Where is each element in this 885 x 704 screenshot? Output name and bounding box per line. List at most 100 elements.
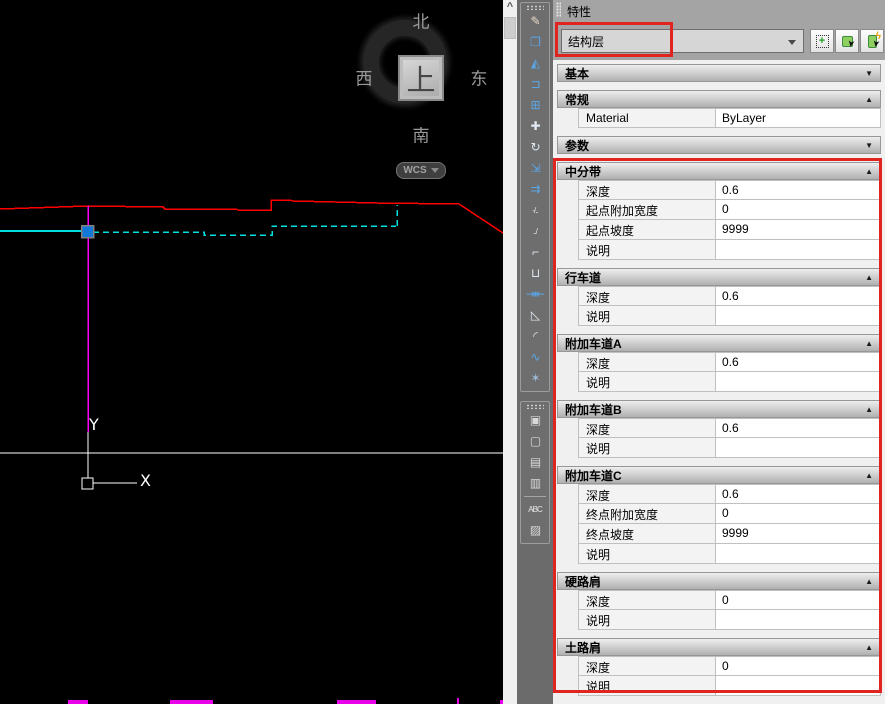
property-value-field[interactable]: 0.6 [716, 181, 880, 199]
property-value-field[interactable] [716, 306, 880, 325]
property-label: 说明 [579, 610, 716, 629]
join-icon[interactable]: ⇥⇤ [521, 284, 549, 305]
section-rows-carriageway: 深度0.6说明 [553, 286, 885, 326]
viewcube-north-label[interactable]: 北 [413, 8, 430, 33]
stretch-icon[interactable]: ⇉ [521, 179, 549, 200]
section-header-parameters[interactable]: 参数▼ [557, 136, 881, 154]
send-under-objects-icon[interactable]: ▥ [521, 473, 549, 494]
property-row-depth: 深度0.6 [578, 352, 881, 372]
property-value-field[interactable]: 9999 [716, 524, 880, 543]
property-value-field[interactable]: 0.6 [716, 287, 880, 305]
scrollbar-thumb[interactable] [504, 17, 516, 39]
bring-above-objects-icon[interactable]: ▤ [521, 452, 549, 473]
select-objects-add-icon: + [816, 35, 829, 48]
wcs-dropdown-button[interactable]: WCS [396, 162, 446, 179]
viewcube-top-face[interactable]: 上 [398, 55, 444, 101]
section-header-median-strip[interactable]: 中分带▲ [557, 162, 881, 180]
drawing-canvas[interactable]: X Y 北 南 西 东 上 WCS [0, 0, 503, 704]
collapse-up-icon[interactable]: ▲ [865, 577, 873, 586]
offset-icon[interactable]: ⊐ [521, 74, 549, 95]
send-to-back-icon[interactable]: ▢ [521, 431, 549, 452]
property-value-field[interactable] [716, 240, 880, 259]
property-value-field[interactable]: 9999 [716, 220, 880, 239]
section-header-extra-lane-c[interactable]: 附加车道C ▲ [557, 466, 881, 484]
property-value-field[interactable] [716, 544, 880, 563]
cursor-arrow-icon: ➤ [870, 39, 882, 48]
palette-grip[interactable] [556, 2, 561, 17]
viewcube-west-label[interactable]: 西 [356, 65, 373, 90]
section-header-carriageway[interactable]: 行车道▲ [557, 268, 881, 286]
array-icon[interactable]: ⊞ [521, 95, 549, 116]
toolbar-grip[interactable] [526, 404, 544, 409]
object-type-dropdown[interactable]: 结构层 [561, 29, 804, 53]
toolbar-grip[interactable] [526, 5, 544, 10]
break-icon[interactable]: ⊔ [521, 263, 549, 284]
collapse-up-icon[interactable]: ▲ [865, 167, 873, 176]
ucs-y-label: Y [88, 415, 99, 434]
quick-select-button[interactable]: ϟ ➤ [860, 29, 884, 53]
property-value-field[interactable]: 0.6 [716, 353, 880, 371]
property-value-field[interactable] [716, 676, 880, 695]
viewcube-east-label[interactable]: 东 [471, 65, 488, 90]
mirror-icon[interactable]: ◭ [521, 53, 549, 74]
section-header-extra-lane-b[interactable]: 附加车道B▲ [557, 400, 881, 418]
erase-icon[interactable]: ✎ [521, 11, 549, 32]
move-icon[interactable]: ✚ [521, 116, 549, 137]
select-objects-add-button[interactable]: + [810, 29, 834, 53]
section-header-general[interactable]: 常规▲ [557, 90, 881, 108]
collapse-up-icon[interactable]: ▲ [865, 273, 873, 282]
property-value-field[interactable]: 0 [716, 200, 880, 219]
road-profile-red-line [0, 200, 503, 233]
section-header-earth-shoulder[interactable]: 土路肩▲ [557, 638, 881, 656]
property-row-depth: 深度0.6 [578, 180, 881, 200]
property-label: 深度 [579, 485, 716, 503]
toolbar-column: ✎❐◭⊐⊞✚↻⇲⇉-/..../⌐⊔⇥⇤◺◜∿✶ ▣▢▤▥ ABC▨ [517, 0, 553, 704]
collapse-up-icon[interactable]: ▲ [865, 95, 873, 104]
property-value-field[interactable] [716, 438, 880, 457]
property-value-field[interactable]: 0 [716, 657, 880, 675]
property-value-field[interactable]: 0 [716, 504, 880, 523]
canvas-scrollbar[interactable]: ^ [503, 0, 517, 704]
bring-text-to-front-icon[interactable]: ABC [521, 499, 549, 520]
property-label: 说明 [579, 544, 716, 563]
section-header-basic[interactable]: 基本▼ [557, 64, 881, 82]
collapse-up-icon[interactable]: ▲ [865, 339, 873, 348]
copy-icon[interactable]: ❐ [521, 32, 549, 53]
viewcube-south-label[interactable]: 南 [413, 122, 430, 147]
blend-curves-icon[interactable]: ∿ [521, 347, 549, 368]
section-header-extra-lane-a[interactable]: 附加车道A▲ [557, 334, 881, 352]
break-at-point-icon[interactable]: ⌐ [521, 242, 549, 263]
scroll-up-icon[interactable]: ^ [503, 0, 517, 14]
property-row-start-extra-width: 起点附加宽度0 [578, 200, 881, 220]
palette-title: 特性 [567, 3, 591, 20]
selection-grip[interactable] [82, 226, 94, 238]
bring-to-front-icon[interactable]: ▣ [521, 410, 549, 431]
chevron-down-icon [431, 168, 439, 173]
property-label: 深度 [579, 287, 716, 305]
toggle-pickadd-button[interactable]: ➤ [835, 29, 859, 53]
collapse-up-icon[interactable]: ▲ [865, 471, 873, 480]
scale-icon[interactable]: ⇲ [521, 158, 549, 179]
property-value-field[interactable]: 0.6 [716, 485, 880, 503]
property-value-field[interactable] [716, 372, 880, 391]
collapse-up-icon[interactable]: ▲ [865, 405, 873, 414]
trim-icon[interactable]: -/.. [521, 200, 549, 221]
expand-down-icon[interactable]: ▼ [865, 141, 873, 150]
section-title: 附加车道C [565, 467, 622, 484]
draw-order-toolbar: ▣▢▤▥ ABC▨ [520, 401, 550, 544]
chamfer-icon[interactable]: ◺ [521, 305, 549, 326]
property-value-field[interactable]: 0.6 [716, 419, 880, 437]
rotate-icon[interactable]: ↻ [521, 137, 549, 158]
property-value-field[interactable]: 0 [716, 591, 880, 609]
property-row-depth: 深度0 [578, 656, 881, 676]
property-value-field[interactable] [716, 610, 880, 629]
collapse-up-icon[interactable]: ▲ [865, 643, 873, 652]
section-header-hard-shoulder[interactable]: 硬路肩▲ [557, 572, 881, 590]
send-hatch-to-back-icon[interactable]: ▨ [521, 520, 549, 541]
extend-icon[interactable]: ../ [521, 221, 549, 242]
fillet-icon[interactable]: ◜ [521, 326, 549, 347]
explode-icon[interactable]: ✶ [521, 368, 549, 389]
property-value-field[interactable]: ByLayer [716, 109, 880, 127]
property-row-description: 说明 [578, 544, 881, 564]
expand-down-icon[interactable]: ▼ [865, 69, 873, 78]
